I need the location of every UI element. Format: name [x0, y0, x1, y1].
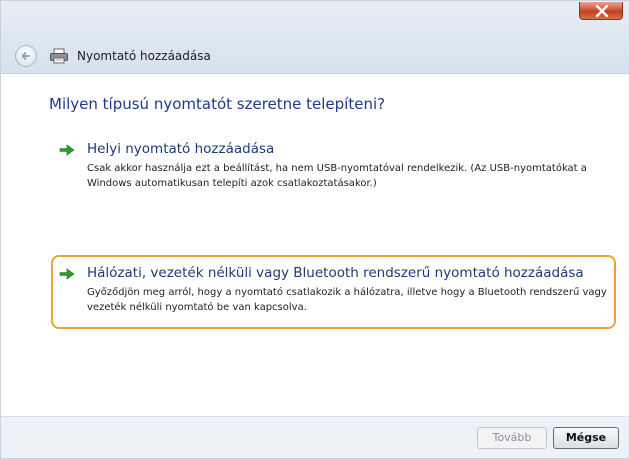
option-network-printer[interactable]: Hálózati, vezeték nélküli vagy Bluetooth…: [59, 265, 609, 325]
navigation-bar: Nyomtató hozzáadása: [15, 44, 211, 68]
green-arrow-icon: [59, 144, 75, 156]
dialog-footer: Tovább Mégse: [1, 416, 629, 458]
cancel-button[interactable]: Mégse: [553, 427, 619, 449]
option-local-printer[interactable]: Helyi nyomtató hozzáadása Csak akkor has…: [59, 141, 619, 201]
green-arrow-icon: [59, 268, 75, 280]
printer-icon: [49, 48, 69, 64]
close-icon: [595, 5, 609, 17]
window-title: Nyomtató hozzáadása: [77, 49, 211, 63]
window-frame: Nyomtató hozzáadása: [1, 1, 629, 74]
close-button[interactable]: [579, 2, 623, 20]
option-network-printer-description: Győződjön meg arról, hogy a nyomtató csa…: [87, 287, 607, 313]
option-local-printer-label: Helyi nyomtató hozzáadása: [87, 141, 275, 157]
back-button[interactable]: [15, 45, 37, 67]
option-local-printer-description: Csak akkor használja ezt a beállítást, h…: [87, 163, 587, 189]
back-arrow-icon: [21, 52, 30, 60]
option-network-printer-label: Hálózati, vezeték nélküli vagy Bluetooth…: [87, 265, 584, 281]
page-heading: Milyen típusú nyomtatót szeretne telepít…: [49, 95, 386, 113]
add-printer-window: Nyomtató hozzáadása Milyen típusú nyomta…: [0, 0, 630, 459]
next-button[interactable]: Tovább: [477, 427, 547, 449]
